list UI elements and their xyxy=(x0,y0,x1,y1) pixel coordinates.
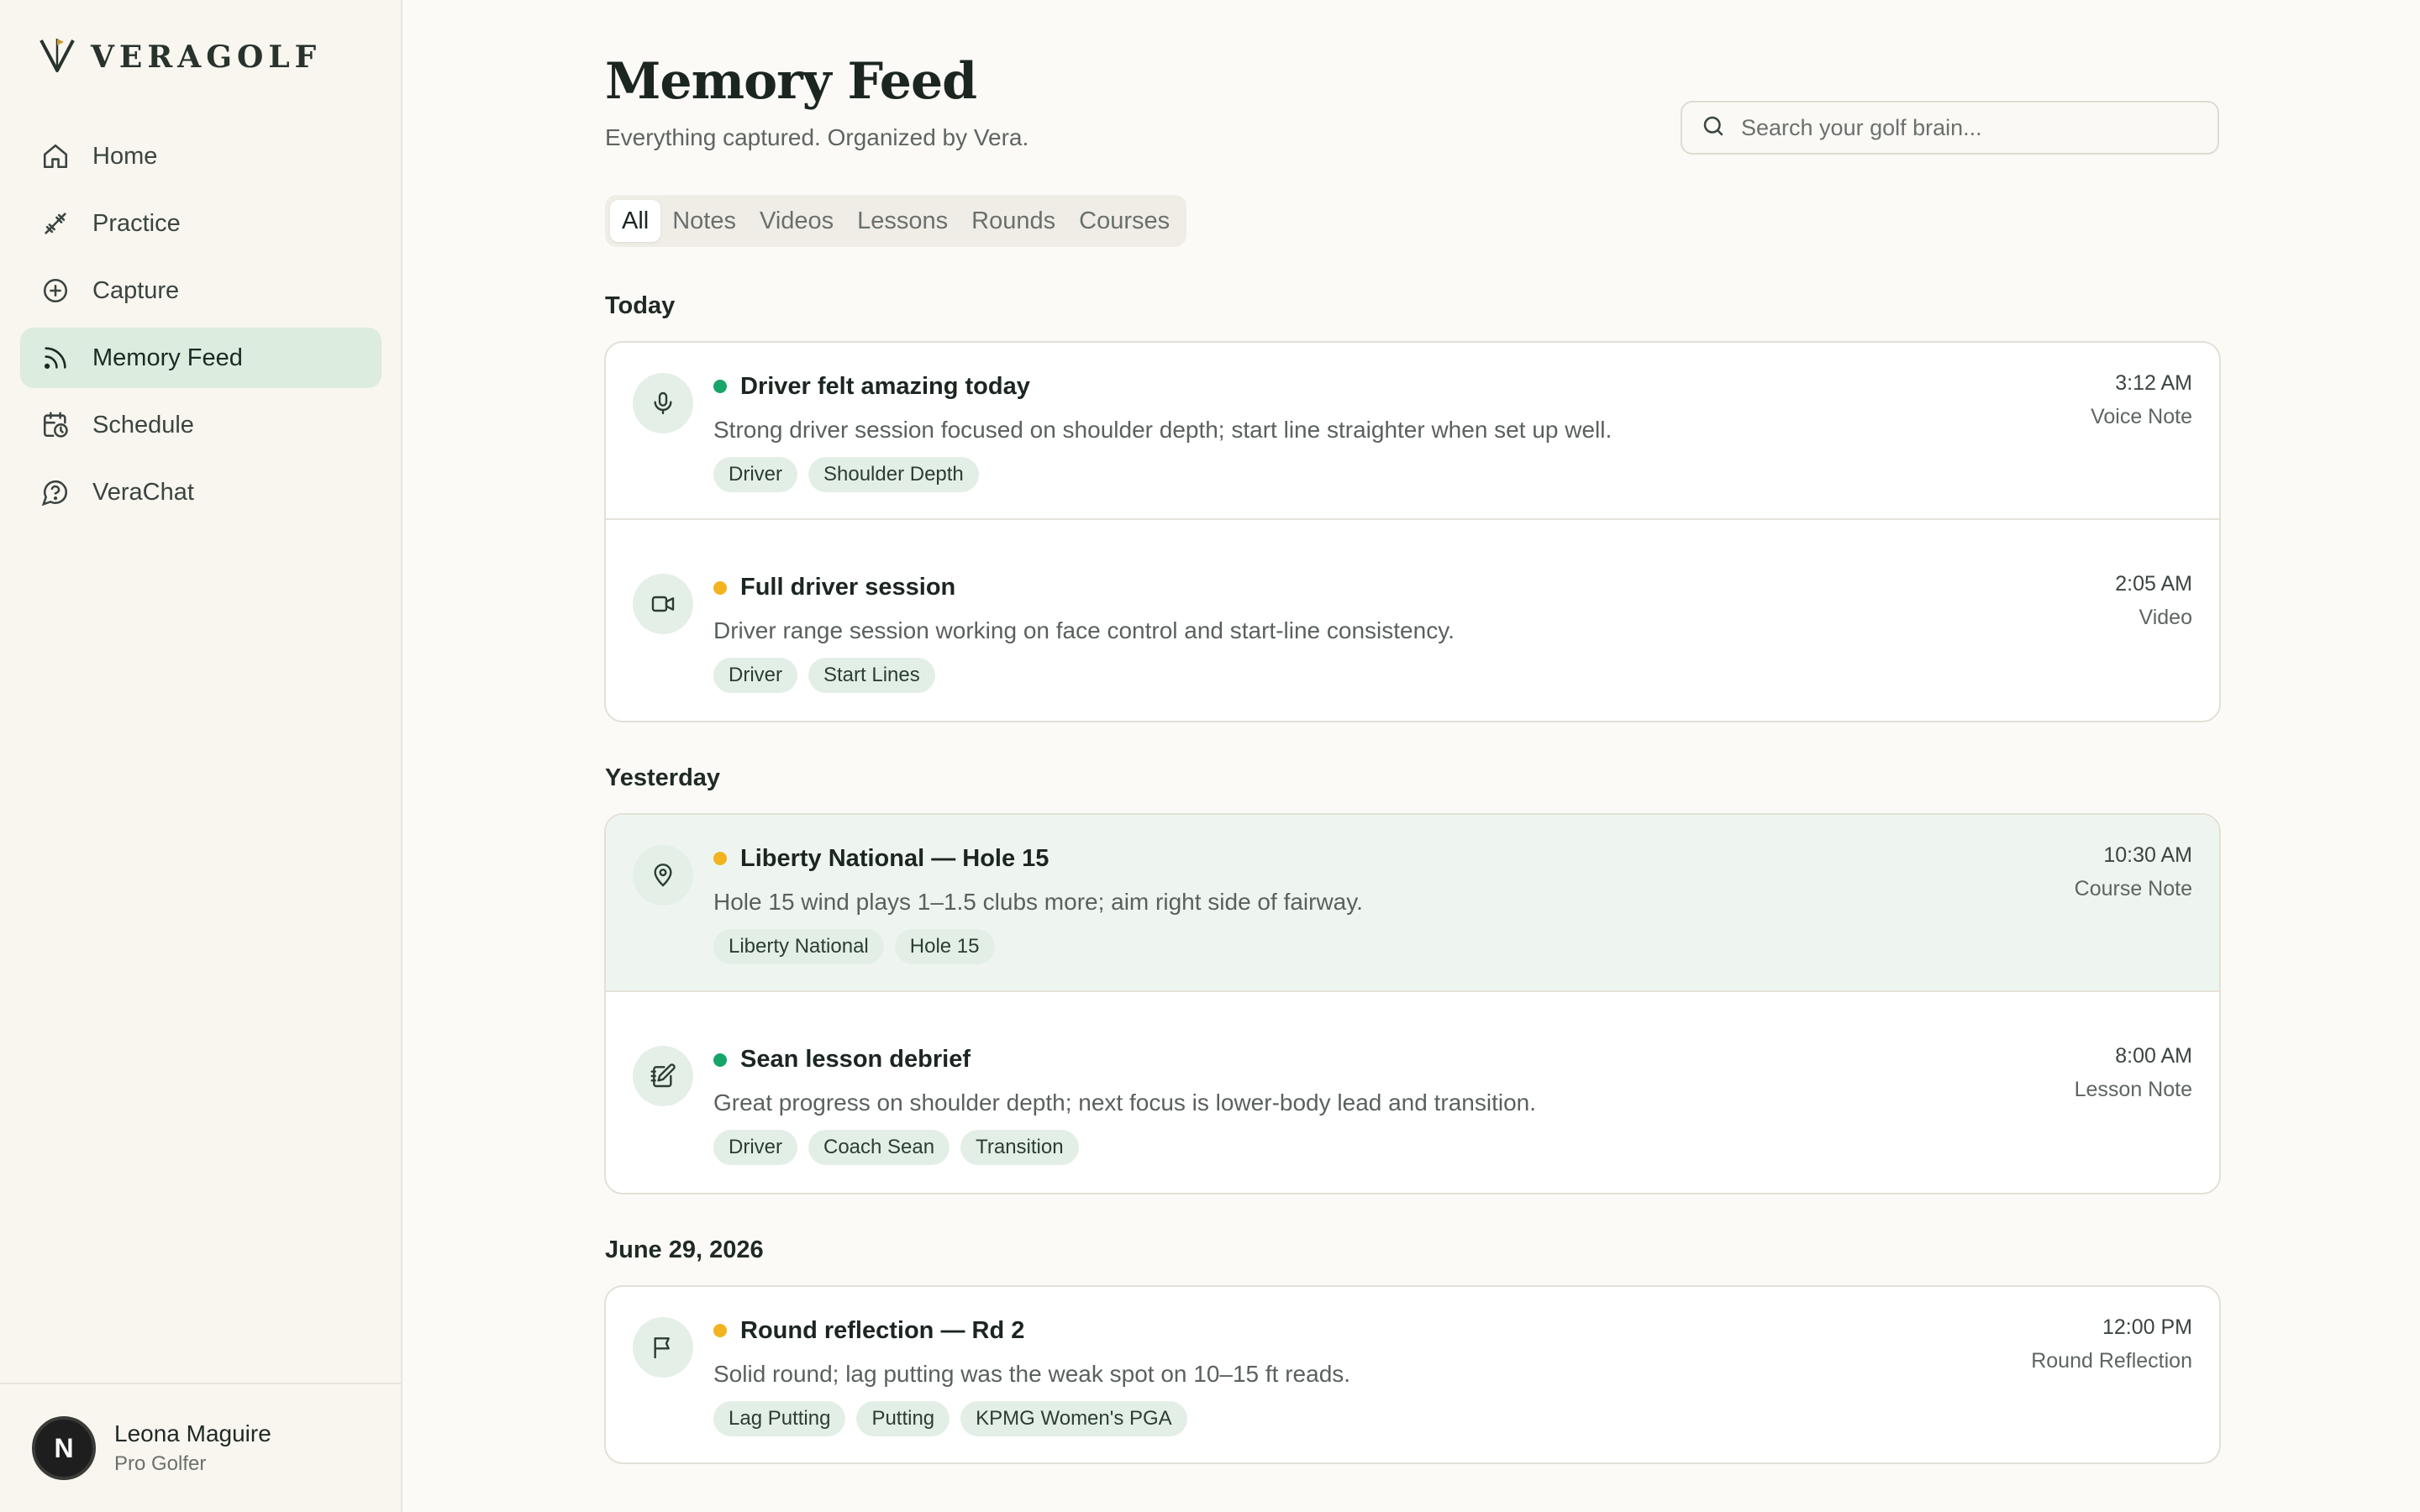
tab-lessons[interactable]: Lessons xyxy=(845,200,960,242)
sidebar-item-label: Schedule xyxy=(92,411,194,438)
status-dot xyxy=(713,1324,727,1337)
entry-time: 10:30 AM xyxy=(2103,843,2192,867)
entry-title: Liberty National — Hole 15 xyxy=(740,845,1050,872)
entry-tags: Lag Putting Putting KPMG Women's PGA xyxy=(713,1401,1187,1436)
feed-entry[interactable]: Full driver session Driver range session… xyxy=(606,520,2219,721)
search-box[interactable] xyxy=(1681,101,2219,155)
filter-tabs: All Notes Videos Lessons Rounds Courses xyxy=(605,195,1187,247)
entry-tags: Driver Shoulder Depth xyxy=(713,457,979,492)
tag[interactable]: Driver xyxy=(713,1130,797,1165)
user-profile[interactable]: N Leona Maguire Pro Golfer xyxy=(0,1383,401,1512)
sidebar-nav: Home Practice Capture Memory Feed Schedu… xyxy=(20,126,381,529)
sidebar-item-label: Practice xyxy=(92,209,181,237)
feed-entry[interactable]: Liberty National — Hole 15 Hole 15 wind … xyxy=(606,815,2219,992)
main-content: Memory Feed Everything captured. Organiz… xyxy=(402,0,2420,1512)
entry-type: Course Note xyxy=(2074,877,2192,900)
tab-notes[interactable]: Notes xyxy=(660,200,748,242)
entry-description: Great progress on shoulder depth; next f… xyxy=(713,1089,1537,1116)
veragolf-logo-icon xyxy=(39,35,76,78)
feed-group: Driver felt amazing today Strong driver … xyxy=(604,341,2221,722)
tag[interactable]: Putting xyxy=(856,1401,950,1436)
sidebar-item-home[interactable]: Home xyxy=(20,126,381,186)
sidebar-item-verachat[interactable]: VeraChat xyxy=(20,462,381,522)
sidebar: VERAGOLF Home Practice Capture Memory Fe… xyxy=(0,0,402,1512)
tag[interactable]: KPMG Women's PGA xyxy=(960,1401,1187,1436)
video-camera-icon xyxy=(633,574,693,634)
entry-description: Hole 15 wind plays 1–1.5 clubs more; aim… xyxy=(713,889,1363,915)
plus-circle-icon xyxy=(40,276,71,306)
tag[interactable]: Liberty National xyxy=(713,929,884,964)
sidebar-item-practice[interactable]: Practice xyxy=(20,193,381,254)
page-subtitle: Everything captured. Organized by Vera. xyxy=(605,124,1029,150)
tab-all[interactable]: All xyxy=(610,200,661,242)
avatar: N xyxy=(32,1416,96,1480)
group-label: June 29, 2026 xyxy=(605,1236,764,1263)
entry-type: Round Reflection xyxy=(2031,1349,2192,1373)
feed-entry[interactable]: Driver felt amazing today Strong driver … xyxy=(606,343,2219,520)
entry-type: Video xyxy=(2139,606,2193,629)
sidebar-item-label: Memory Feed xyxy=(92,344,243,371)
brand[interactable]: VERAGOLF xyxy=(39,35,321,78)
sidebar-item-capture[interactable]: Capture xyxy=(20,260,381,321)
chat-question-icon xyxy=(40,477,71,507)
page-title: Memory Feed xyxy=(605,52,977,111)
group-label: Today xyxy=(605,292,676,319)
entry-description: Solid round; lag putting was the weak sp… xyxy=(713,1361,1351,1387)
tag[interactable]: Start Lines xyxy=(808,658,935,693)
entry-type: Voice Note xyxy=(2091,405,2192,428)
rss-icon xyxy=(40,343,71,373)
status-dot xyxy=(713,581,727,595)
entry-type: Lesson Note xyxy=(2074,1078,2192,1101)
feed-entry[interactable]: Round reflection — Rd 2 Solid round; lag… xyxy=(606,1287,2219,1462)
sidebar-item-label: Capture xyxy=(92,276,180,304)
tab-courses[interactable]: Courses xyxy=(1067,200,1181,242)
tag[interactable]: Lag Putting xyxy=(713,1401,846,1436)
tag[interactable]: Driver xyxy=(713,658,797,693)
entry-title: Driver felt amazing today xyxy=(740,373,1030,400)
group-label: Yesterday xyxy=(605,764,721,791)
profile-role: Pro Golfer xyxy=(114,1452,207,1475)
entry-time: 3:12 AM xyxy=(2115,371,2192,395)
dumbbell-icon xyxy=(40,208,71,239)
brand-name: VERAGOLF xyxy=(91,39,322,75)
home-icon xyxy=(40,141,71,171)
entry-time: 8:00 AM xyxy=(2115,1044,2192,1068)
feed-entry[interactable]: Sean lesson debrief Great progress on sh… xyxy=(606,992,2219,1193)
map-pin-icon xyxy=(633,845,693,906)
tag[interactable]: Coach Sean xyxy=(808,1130,950,1165)
notebook-pen-icon xyxy=(633,1046,693,1106)
tag[interactable]: Shoulder Depth xyxy=(808,457,979,492)
microphone-icon xyxy=(633,373,693,433)
search-input[interactable] xyxy=(1741,114,2212,141)
tab-videos[interactable]: Videos xyxy=(748,200,845,242)
entry-title: Sean lesson debrief xyxy=(740,1046,971,1073)
tag[interactable]: Hole 15 xyxy=(894,929,995,964)
sidebar-item-memory-feed[interactable]: Memory Feed xyxy=(20,328,381,388)
entry-tags: Driver Coach Sean Transition xyxy=(713,1130,1079,1165)
status-dot xyxy=(713,852,727,865)
feed-group: Round reflection — Rd 2 Solid round; lag… xyxy=(604,1285,2221,1464)
status-dot xyxy=(713,380,727,393)
entry-description: Driver range session working on face con… xyxy=(713,617,1455,643)
calendar-clock-icon xyxy=(40,410,71,440)
entry-title: Round reflection — Rd 2 xyxy=(740,1317,1025,1344)
entry-time: 2:05 AM xyxy=(2115,572,2192,596)
profile-name: Leona Maguire xyxy=(114,1420,271,1446)
flag-icon xyxy=(633,1317,693,1378)
entry-tags: Driver Start Lines xyxy=(713,658,935,693)
entry-description: Strong driver session focused on shoulde… xyxy=(713,417,1612,443)
sidebar-item-schedule[interactable]: Schedule xyxy=(20,395,381,455)
entry-time: 12:00 PM xyxy=(2102,1315,2192,1339)
tab-rounds[interactable]: Rounds xyxy=(960,200,1067,242)
search-icon xyxy=(1701,113,1741,143)
sidebar-item-label: VeraChat xyxy=(92,478,194,506)
feed-group: Liberty National — Hole 15 Hole 15 wind … xyxy=(604,813,2221,1194)
sidebar-item-label: Home xyxy=(92,142,158,170)
entry-title: Full driver session xyxy=(740,574,956,601)
tag[interactable]: Driver xyxy=(713,457,797,492)
entry-tags: Liberty National Hole 15 xyxy=(713,929,995,964)
status-dot xyxy=(713,1053,727,1067)
tag[interactable]: Transition xyxy=(960,1130,1079,1165)
